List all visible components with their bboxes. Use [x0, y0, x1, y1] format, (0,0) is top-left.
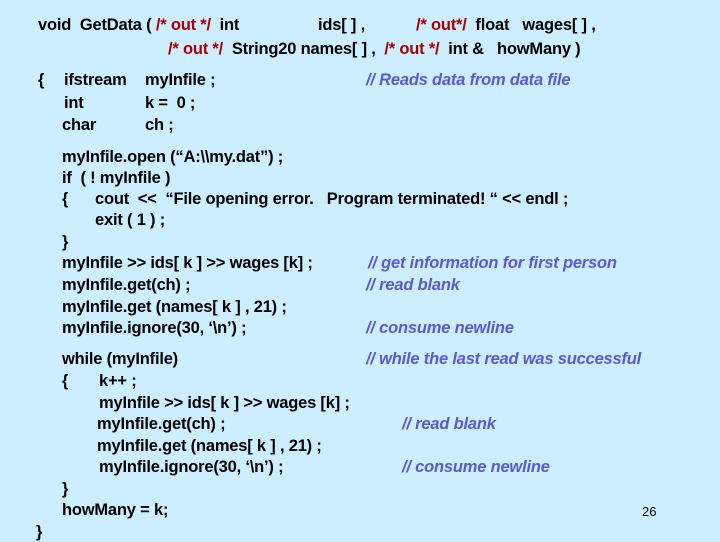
- out-annotation: /* out */: [384, 40, 440, 58]
- param-ids: ids[ ] ,: [318, 16, 365, 34]
- code-brace: }: [36, 523, 43, 541]
- code-line: myInfile.ignore(30, ‘\n’) ;: [62, 319, 247, 337]
- out-annotation: /* out*/: [416, 16, 467, 34]
- open-brace: {: [38, 71, 45, 89]
- code-comment: // Reads data from data file: [366, 71, 571, 89]
- page-number: 26: [642, 504, 657, 519]
- signature-line-1-rest: /* out*/ float wages[ ] ,: [416, 15, 596, 35]
- decl-keyword: ifstream: [64, 71, 127, 89]
- code-line: myInfile.get (names[ k ] , 21) ;: [62, 298, 287, 316]
- param-names: String20 names[ ] ,: [223, 40, 385, 58]
- code-comment: // get information for first person: [368, 254, 617, 272]
- out-annotation: /* out */: [155, 16, 211, 34]
- code-line: myInfile >> ids[ k ] >> wages [k] ;: [99, 394, 350, 412]
- decl-variable: myInfile ;: [145, 71, 216, 89]
- decl-variable: ch ;: [145, 116, 174, 134]
- decl-variable: k = 0 ;: [145, 94, 196, 112]
- signature-line-1: void GetData ( /* out */ int: [38, 15, 239, 35]
- code-comment: // consume newline: [402, 458, 550, 476]
- code-brace: }: [62, 233, 69, 251]
- code-line: myInfile.get (names[ k ] , 21) ;: [97, 437, 322, 455]
- param-type: int: [210, 16, 240, 34]
- code-line: cout << “File opening error. Program ter…: [95, 190, 569, 208]
- code-line: myInfile.open (“A:\\my.dat”) ;: [62, 148, 284, 166]
- signature-prefix: void GetData (: [38, 16, 156, 34]
- code-comment: // while the last read was successful: [366, 350, 642, 368]
- code-brace: }: [62, 480, 69, 498]
- out-annotation: /* out */: [168, 40, 224, 58]
- code-line: k++ ;: [99, 372, 137, 390]
- code-slide: void GetData ( /* out */ int ids[ ] , /*…: [0, 0, 720, 541]
- code-line: if ( ! myInfile ): [62, 169, 171, 187]
- code-comment: // read blank: [402, 415, 496, 433]
- signature-line-2: /* out */ String20 names[ ] , /* out */ …: [168, 39, 581, 59]
- param-wages: float wages[ ] ,: [466, 16, 596, 34]
- code-comment: // read blank: [366, 276, 460, 294]
- code-brace: {: [62, 372, 69, 390]
- param-howmany: int & howMany ): [439, 40, 581, 58]
- decl-keyword: int: [64, 94, 84, 112]
- code-line: howMany = k;: [62, 501, 169, 519]
- code-line: exit ( 1 ) ;: [95, 211, 166, 229]
- code-line: myInfile.get(ch) ;: [62, 276, 191, 294]
- code-line: myInfile >> ids[ k ] >> wages [k] ;: [62, 254, 313, 272]
- decl-keyword: char: [62, 116, 97, 134]
- code-comment: // consume newline: [366, 319, 514, 337]
- code-line: myInfile.get(ch) ;: [97, 415, 226, 433]
- code-line: myInfile.ignore(30, ‘\n’) ;: [99, 458, 284, 476]
- code-line: while (myInfile): [62, 350, 178, 368]
- code-brace: {: [62, 190, 69, 208]
